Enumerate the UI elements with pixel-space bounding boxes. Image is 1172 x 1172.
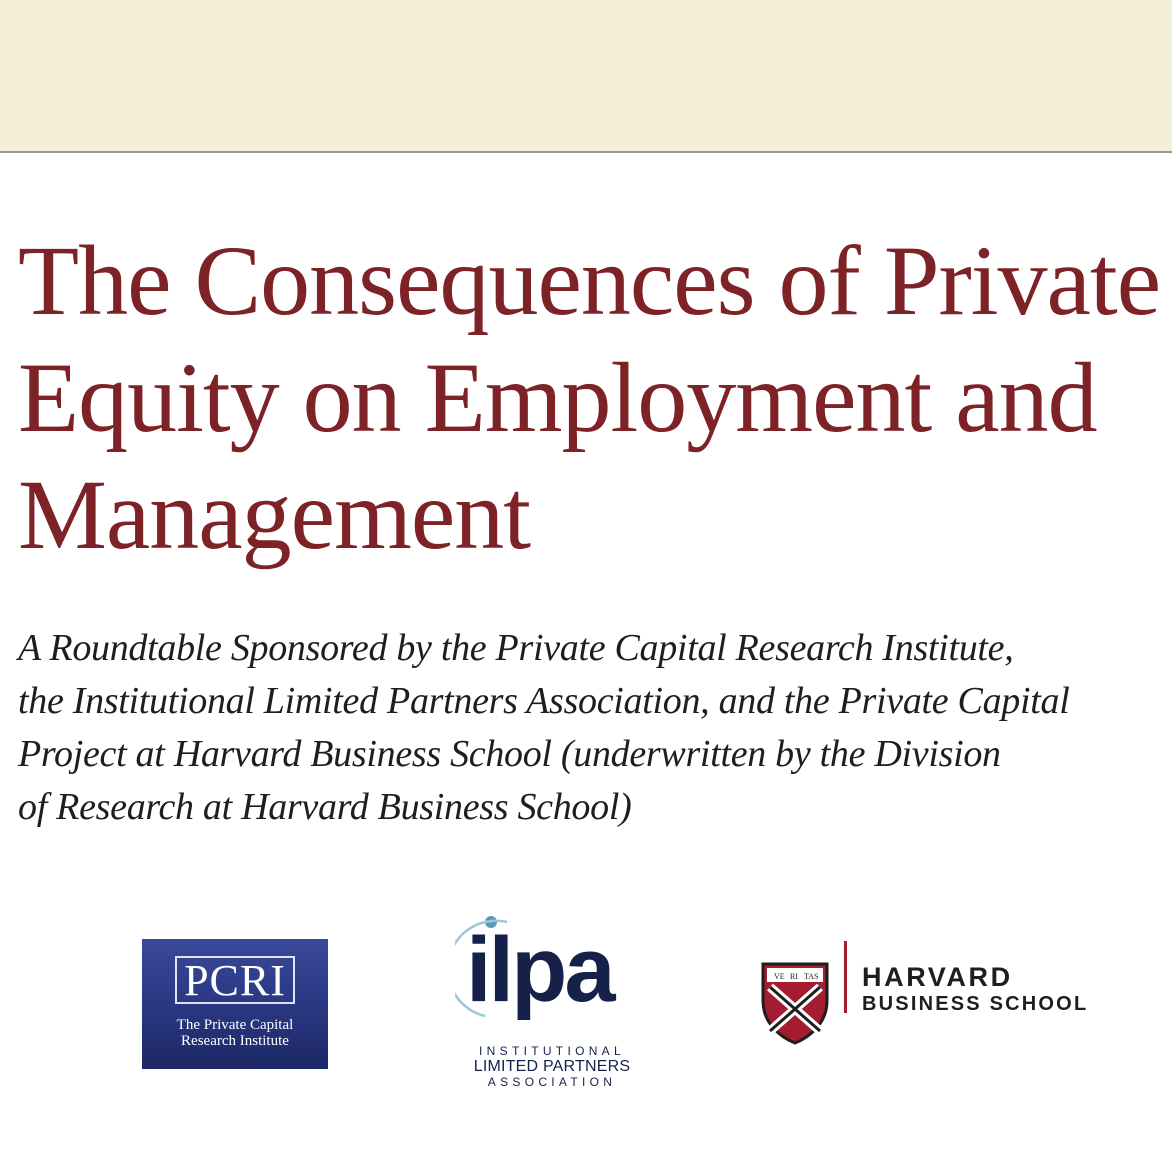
ilpa-tagline: INSTITUTIONAL LIMITED PARTNERS ASSOCIATI… [466,1044,638,1089]
pcri-mark: PCRI [184,956,286,1005]
pcri-name: The Private Capital Research Institute [142,1017,328,1049]
subtitle: A Roundtable Sponsored by the Private Ca… [18,622,1172,834]
harvard-shield-icon: VE RI TAS [761,962,829,1045]
title-line: Management [18,459,531,570]
harvard-wordmark: HARVARD BUSINESS SCHOOL [862,962,1088,1016]
pcri-logo: PCRI The Private Capital Research Instit… [142,939,328,1069]
shield-motto-ve: VE [774,972,785,981]
pcri-mark-frame: PCRI [175,956,295,1004]
page-title: The Consequences of Private Equity on Em… [18,222,1168,573]
title-line: The Consequences of Private [18,225,1161,336]
harvard-line1: HARVARD [862,962,1013,992]
ilpa-wordmark: ilpa [466,919,615,1021]
subtitle-line: the Institutional Limited Partners Assoc… [18,680,1070,722]
pcri-name-line2: Research Institute [181,1033,289,1049]
shield-motto-ri: RI [790,972,798,981]
subtitle-line: Project at Harvard Business School (unde… [18,733,1001,775]
ilpa-tag-line1: INSTITUTIONAL [479,1044,625,1058]
top-banner [0,0,1172,153]
title-line: Equity on Employment and [18,342,1098,453]
shield-motto-tas: TAS [804,972,818,981]
subtitle-line: A Roundtable Sponsored by the Private Ca… [18,627,1014,669]
harvard-line2: BUSINESS SCHOOL [862,993,1089,1015]
harvard-divider [844,941,847,1013]
subtitle-line: of Research at Harvard Business School) [18,786,632,828]
ilpa-tag-line2: LIMITED PARTNERS [473,1058,631,1075]
pcri-name-line1: The Private Capital [176,1017,294,1033]
ilpa-tag-line3: ASSOCIATION [487,1075,617,1089]
